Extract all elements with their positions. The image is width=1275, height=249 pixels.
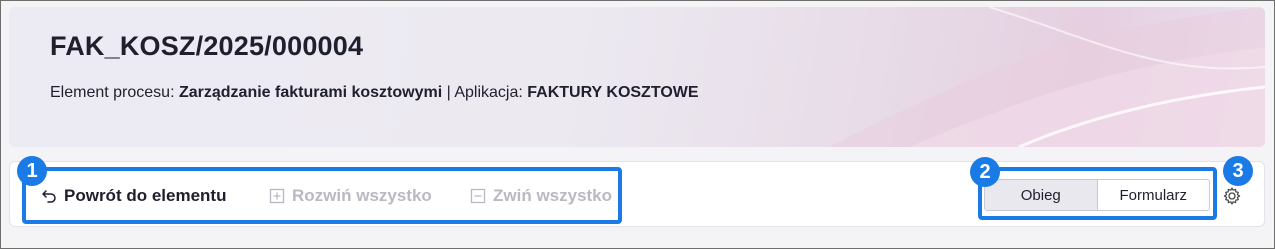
page-subtitle: Element procesu: Zarządzanie fakturami k… [50, 84, 699, 102]
app-value: FAKTURY KOSZTOWE [527, 84, 699, 101]
callout-box-2 [978, 167, 1217, 220]
separator: | [446, 84, 451, 101]
process-label: Element procesu: [50, 84, 175, 101]
page-title: FAK_KOSZ/2025/000004 [50, 31, 364, 61]
page-header [9, 7, 1265, 147]
process-value: Zarządzanie fakturami kosztowymi [178, 84, 443, 101]
callout-badge-1: 1 [17, 156, 47, 186]
gear-icon[interactable] [1222, 186, 1242, 206]
callout-badge-2: 2 [970, 157, 1000, 187]
callout-box-1 [22, 167, 622, 224]
app-label: Aplikacja: [454, 84, 523, 101]
callout-badge-3: 3 [1223, 156, 1253, 186]
header-decoration [829, 7, 1265, 147]
